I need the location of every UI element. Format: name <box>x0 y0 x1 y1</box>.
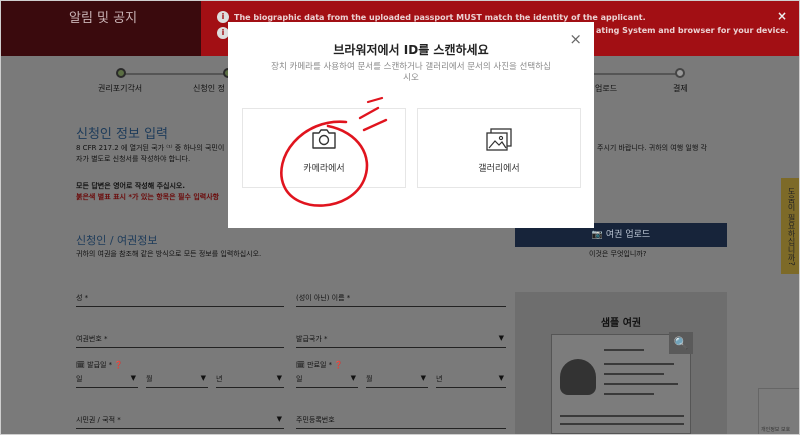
what-is-this-link[interactable]: 이것은 무엇입니까? <box>589 249 646 259</box>
page-title: 신청인 정보 입력 <box>76 127 168 142</box>
field-value: 년 <box>436 375 443 383</box>
field-value: 월 <box>146 375 153 383</box>
sample-passport-panel: 샘플 여권 🔍 <box>515 292 727 434</box>
help-icon[interactable]: ❓ <box>114 361 123 369</box>
passport-line <box>604 373 664 375</box>
intro-text: 자가 별도로 신청서를 작성하야 합니다. <box>76 155 191 163</box>
chevron-down-icon: ▼ <box>130 374 136 382</box>
issuing-country-select[interactable]: 발급국가 * ▼ <box>296 330 506 348</box>
field-value: 월 <box>366 375 373 383</box>
expiry-year-select[interactable]: 년 ▼ <box>436 370 506 388</box>
field-label: 발급일 * <box>87 361 113 369</box>
modal-title: 브라워저에서 ID를 스캔하세요 <box>333 43 489 57</box>
passport-line <box>604 349 644 351</box>
issue-month-select[interactable]: 월 ▼ <box>146 370 208 388</box>
passport-line <box>604 383 678 385</box>
gallery-option-button[interactable]: 갤러리에서 <box>417 108 581 188</box>
passport-photo <box>560 359 596 395</box>
english-note: 모든 답변은 영어로 작성해 주십시오. <box>76 182 186 190</box>
gallery-icon <box>486 128 512 151</box>
field-value: 년 <box>216 375 223 383</box>
section-title: 신청인 / 여권정보 <box>76 234 158 247</box>
modal-subtitle: 장치 카메라를 사용하여 문서를 스캔하거나 갤러리에서 문서의 사진을 선택하… <box>271 62 551 83</box>
intro-text: 8 CFR 217.2 에 열거된 국가 ⁽¹⁾ 중 하나의 국민이 <box>76 144 225 152</box>
passport-line <box>604 393 654 395</box>
field-label: 여권번호 * <box>76 335 108 343</box>
recaptcha-badge[interactable]: 개인정보 보호 <box>758 388 799 434</box>
passport-mrz <box>560 423 684 425</box>
field-label: 발급국가 * <box>296 335 328 343</box>
gallery-option-label: 갤러리에서 <box>478 164 520 174</box>
step-label: 업로드 <box>595 84 618 93</box>
sample-title: 샘플 여권 <box>600 318 642 329</box>
step-label: 결제 <box>673 84 688 93</box>
help-icon[interactable]: ❓ <box>334 361 343 369</box>
close-icon[interactable]: × <box>777 9 787 23</box>
passport-line <box>604 363 674 365</box>
camera-icon <box>312 129 336 149</box>
scan-id-modal: × 브라워저에서 ID를 스캔하세요 장치 카메라를 사용하여 문서를 스캔하거… <box>228 22 594 228</box>
camera-icon: 📷 <box>591 230 604 240</box>
given-name-field[interactable]: (성이 아닌) 이름 * <box>296 289 506 307</box>
national-id-field[interactable]: 주민등록번호 <box>296 411 506 429</box>
chevron-down-icon: ▼ <box>420 374 426 382</box>
chevron-down-icon: ▼ <box>200 374 206 382</box>
field-label: 성 * <box>76 294 89 302</box>
search-icon[interactable]: 🔍 <box>669 332 693 354</box>
step-label: 권리포기각서 <box>98 84 143 93</box>
field-value: 일 <box>296 375 303 383</box>
chevron-down-icon: ▼ <box>276 374 282 382</box>
field-label: 주민등록번호 <box>296 416 335 424</box>
field-label: (성이 아닌) 이름 * <box>296 294 351 302</box>
passport-mrz <box>560 415 684 417</box>
passport-number-field[interactable]: 여권번호 * <box>76 330 284 348</box>
notices-header: 알림 및 공지 <box>1 1 201 56</box>
upload-button-label: 여권 업로드 <box>605 230 651 240</box>
expiry-month-select[interactable]: 월 ▼ <box>366 370 428 388</box>
chevron-down-icon: ▼ <box>276 415 282 423</box>
camera-option-button[interactable]: 카메라에서 <box>242 108 406 188</box>
field-label: 만료일 * <box>307 361 333 369</box>
issue-year-select[interactable]: 년 ▼ <box>216 370 284 388</box>
calendar-icon: 🗓 <box>296 361 305 369</box>
required-note: 붉은색 별표 표시 *가 있는 항목은 필수 입력사항 <box>76 193 220 201</box>
help-side-tab[interactable]: 도움이 필요하십니까? <box>781 178 799 274</box>
expiry-day-select[interactable]: 일 ▼ <box>296 370 358 388</box>
chevron-down-icon: ▼ <box>498 374 504 382</box>
step-dot <box>116 68 126 78</box>
notices-title: 알림 및 공지 <box>69 11 138 26</box>
issue-day-select[interactable]: 일 ▼ <box>76 370 138 388</box>
step-label: 신청인 정 <box>193 84 225 93</box>
citizenship-select[interactable]: 시민권 / 국적 * ▼ <box>76 411 284 429</box>
calendar-icon: 🗓 <box>76 361 85 369</box>
section-hint: 귀하의 여권을 참조해 같은 방식으로 모든 정보를 입력하십시오. <box>76 250 262 258</box>
recaptcha-label: 개인정보 보호 <box>761 427 791 433</box>
surname-field[interactable]: 성 * <box>76 289 284 307</box>
field-label: 시민권 / 국적 * <box>76 416 121 424</box>
notice-text: The biographic data from the uploaded pa… <box>234 12 646 22</box>
field-value: 일 <box>76 375 83 383</box>
notice-text: ating System and browser for your device… <box>596 26 789 35</box>
chevron-down-icon: ▼ <box>498 334 504 342</box>
intro-text: 주시기 바랍니다. 귀하의 여행 일행 각 <box>597 144 707 152</box>
chevron-down-icon: ▼ <box>350 374 356 382</box>
step-dot <box>675 68 685 78</box>
camera-option-label: 카메라에서 <box>303 164 345 174</box>
